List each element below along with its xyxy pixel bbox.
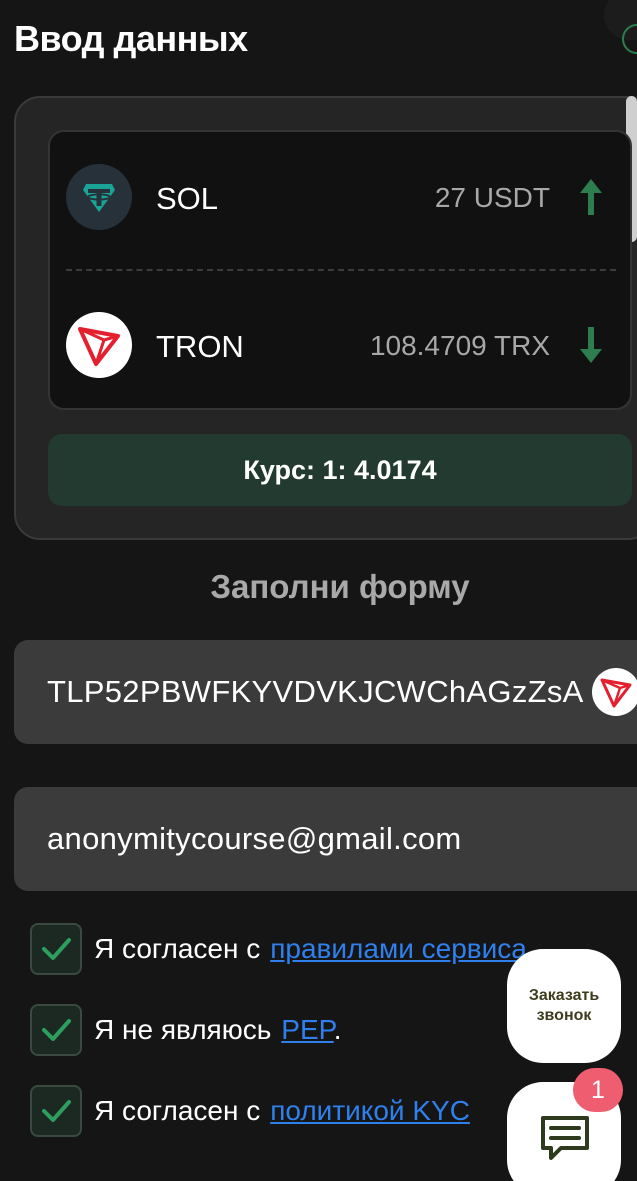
from-amount: 27 USDT — [434, 182, 550, 213]
pep-link[interactable]: PEP — [281, 1014, 333, 1045]
tron-icon — [592, 668, 637, 716]
kyc-link[interactable]: политикой KYC — [270, 1095, 470, 1126]
agreement-pep-checkbox[interactable] — [30, 1004, 82, 1056]
chat-icon — [539, 1114, 591, 1164]
agreement-kyc-checkbox[interactable] — [30, 1085, 82, 1137]
to-amount: 108.4709 TRX — [369, 330, 550, 361]
form-heading: Заполни форму — [210, 568, 470, 605]
agreement-label: Я согласен с — [94, 1095, 261, 1126]
wallet-address-field[interactable]: TLP52PBWFKYVDVKJCWChAGzZsA — [14, 640, 637, 744]
chat-notification-badge: 1 — [573, 1068, 623, 1112]
email-field[interactable]: anonymitycourse@gmail.com — [14, 787, 637, 891]
tether-icon — [66, 164, 132, 230]
callback-button[interactable]: Заказать звонок — [507, 949, 621, 1063]
arrow-down-icon — [578, 326, 604, 364]
to-currency-name: TRON — [156, 329, 244, 364]
to-currency-row[interactable]: TRON 108.4709 TRX — [50, 312, 630, 382]
email-value: anonymitycourse@gmail.com — [47, 821, 462, 856]
agreement-rules-text: Я согласен с правилами сервиса — [94, 933, 527, 965]
from-currency-name: SOL — [156, 181, 219, 216]
page-title: Ввод данных — [14, 18, 248, 59]
currency-pair-box: SOL 27 USDT TRON 108.4709 TRX — [48, 130, 632, 410]
divider — [66, 269, 616, 271]
exchange-rate: Курс: 1: 4.0174 — [48, 434, 632, 506]
from-currency-row[interactable]: SOL 27 USDT — [50, 164, 630, 234]
agreement-rules-checkbox[interactable] — [30, 923, 82, 975]
rules-link[interactable]: правилами сервиса — [270, 933, 527, 964]
callback-label: Заказать звонок — [528, 987, 600, 1024]
agreement-kyc-text: Я согласен с политикой KYC — [94, 1095, 470, 1127]
arrow-up-icon — [578, 178, 604, 216]
wallet-address-value: TLP52PBWFKYVDVKJCWChAGzZsA — [47, 674, 584, 709]
agreement-label: Я согласен с — [94, 933, 261, 964]
tron-icon — [66, 312, 132, 378]
agreement-pep-text: Я не являюсь PEP. — [94, 1014, 342, 1046]
agreement-label: Я не являюсь — [94, 1014, 272, 1045]
agreement-suffix: . — [333, 1014, 342, 1045]
